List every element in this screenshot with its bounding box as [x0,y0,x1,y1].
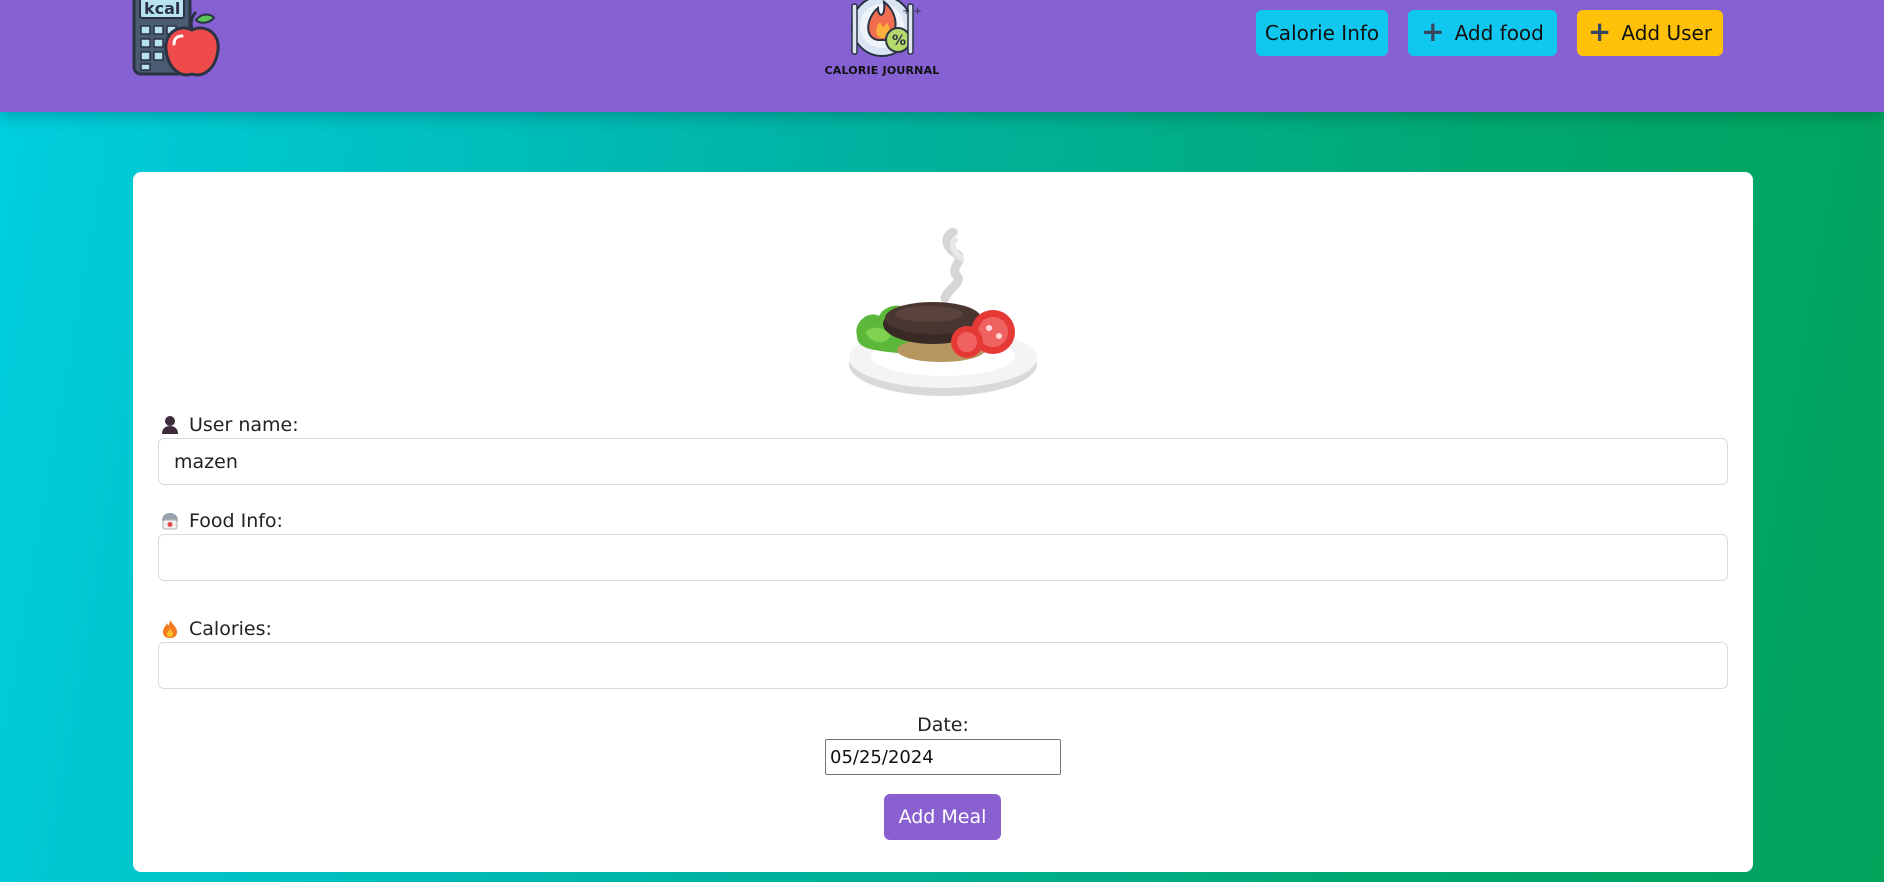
svg-text:+ +: + + [902,6,922,17]
food-info-label-text: Food Info: [189,510,283,532]
add-meal-card: User name: Food Info: Calories: Date: 05… [133,172,1753,872]
add-food-button[interactable]: + Add food [1408,10,1557,56]
calorie-journal-logo[interactable]: % + + CALORIE JOURNAL [820,0,944,82]
food-info-label: Food Info: [161,510,283,532]
calories-input[interactable] [158,642,1728,689]
plus-icon: + [1587,14,1612,48]
add-food-label: Add food [1454,21,1544,45]
date-input[interactable]: 05/25/2024 [825,739,1061,775]
food-container-icon [161,511,179,531]
food-info-input[interactable] [158,534,1728,581]
top-navbar: kcal % + + CALORIE JOURNAL Calorie Info … [0,0,1884,112]
user-icon [161,415,179,435]
calorie-info-button[interactable]: Calorie Info [1256,10,1388,56]
svg-text:kcal: kcal [144,0,180,18]
calculator-apple-logo[interactable]: kcal [130,0,222,78]
add-meal-button[interactable]: Add Meal [884,794,1001,840]
username-label-text: User name: [189,414,299,436]
add-user-button[interactable]: + Add User [1577,10,1723,56]
meal-plate-image [845,227,1041,398]
calories-label: Calories: [161,618,272,640]
svg-text:%: % [892,33,906,49]
calories-label-text: Calories: [189,618,272,640]
plus-icon: + [1421,14,1445,48]
flame-icon [161,619,179,639]
calorie-info-label: Calorie Info [1264,21,1380,45]
add-user-label: Add User [1621,21,1713,45]
brand-text: CALORIE JOURNAL [824,64,940,77]
username-label: User name: [161,414,299,436]
date-value: 05/25/2024 [830,746,934,768]
date-label: Date: [917,714,969,736]
username-input[interactable] [158,438,1728,485]
